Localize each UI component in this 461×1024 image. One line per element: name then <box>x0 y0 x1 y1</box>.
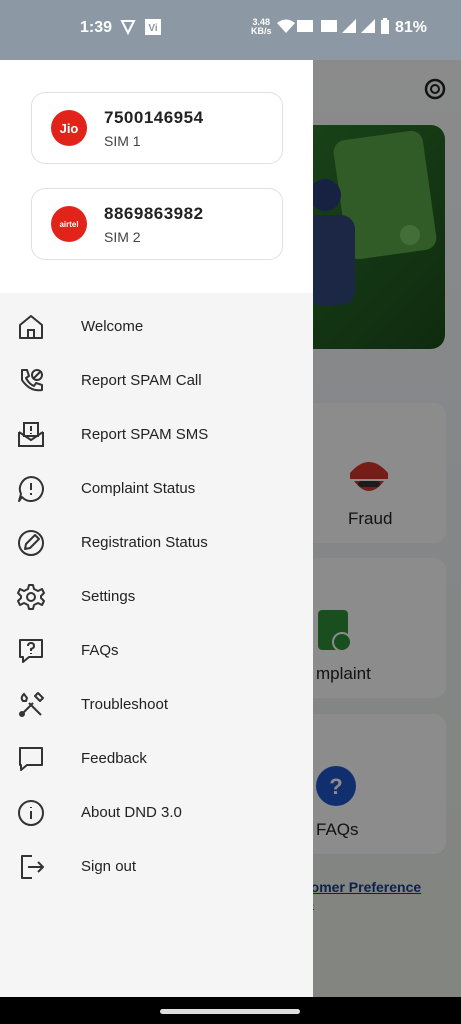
menu-item-troubleshoot[interactable]: Troubleshoot <box>0 679 313 733</box>
menu-item-welcome[interactable]: Welcome <box>0 301 313 355</box>
gear-icon <box>17 584 45 610</box>
menu-item-report-spam-call[interactable]: Report SPAM Call <box>0 355 313 409</box>
menu-item-sign-out[interactable]: Sign out <box>0 841 313 895</box>
tools-icon <box>19 692 44 717</box>
jio-logo: Jio <box>51 110 87 146</box>
app-screen: 1:39 Vi 3.48 KB/s 81% Fraud mplaint ? FAQ… <box>0 0 461 1024</box>
volte-icon <box>297 20 313 32</box>
vi-notification-icon: Vi <box>145 19 161 35</box>
menu-item-complaint-status[interactable]: Complaint Status <box>0 463 313 517</box>
status-bar: 1:39 Vi 3.48 KB/s 81% <box>0 0 461 60</box>
menu-item-about[interactable]: About DND 3.0 <box>0 787 313 841</box>
sim-number: 8869863982 <box>104 204 204 223</box>
feedback-icon <box>19 747 43 771</box>
menu-item-feedback[interactable]: Feedback <box>0 733 313 787</box>
status-time: 1:39 <box>80 19 113 36</box>
menu-item-faqs[interactable]: FAQs <box>0 625 313 679</box>
home-icon <box>19 315 43 339</box>
svg-text:Vi: Vi <box>148 23 157 34</box>
battery-percent: 81% <box>394 19 427 36</box>
sim-card-1[interactable]: Jio 7500146954 SIM 1 <box>31 92 283 164</box>
sim-number: 7500146954 <box>104 108 204 127</box>
menu-label: FAQs <box>81 642 119 659</box>
sim-section: Jio 7500146954 SIM 1 airtel 8869863982 S… <box>0 60 313 293</box>
spam-call-icon <box>21 369 43 392</box>
menu-label: Sign out <box>81 858 137 875</box>
registration-status-icon <box>18 530 44 556</box>
navigation-drawer: Jio 7500146954 SIM 1 airtel 8869863982 S… <box>0 60 313 997</box>
info-icon <box>18 800 44 826</box>
battery-icon <box>381 18 389 34</box>
menu-label: About DND 3.0 <box>81 804 182 821</box>
menu-label: Feedback <box>81 750 147 767</box>
menu-label: Complaint Status <box>81 480 196 497</box>
menu-label: Report SPAM Call <box>81 372 202 389</box>
spam-sms-icon <box>18 422 44 447</box>
faq-icon <box>19 639 43 663</box>
menu-item-settings[interactable]: Settings <box>0 571 313 625</box>
vonr-icon <box>321 20 337 32</box>
complaint-status-icon <box>18 476 44 502</box>
sim-label: SIM 1 <box>104 133 141 149</box>
wifi-icon <box>277 19 295 33</box>
home-gesture-bar[interactable] <box>160 1009 300 1014</box>
menu-item-report-spam-sms[interactable]: Report SPAM SMS <box>0 409 313 463</box>
menu-label: Welcome <box>81 318 144 335</box>
menu-item-registration-status[interactable]: Registration Status <box>0 517 313 571</box>
system-nav-bar <box>0 997 461 1024</box>
signal-2-icon <box>361 19 375 33</box>
sim-card-2[interactable]: airtel 8869863982 SIM 2 <box>31 188 283 260</box>
net-speed: 3.48 KB/s <box>251 17 272 36</box>
menu-label: Settings <box>81 588 136 605</box>
signal-1-icon <box>342 19 356 33</box>
sign-out-icon <box>21 855 44 879</box>
sim-label: SIM 2 <box>104 229 141 245</box>
menu-label: Registration Status <box>81 534 208 551</box>
airtel-logo: airtel <box>51 206 87 242</box>
app-notification-icon <box>120 20 136 36</box>
menu-label: Troubleshoot <box>81 696 168 713</box>
menu-label: Report SPAM SMS <box>81 426 209 443</box>
